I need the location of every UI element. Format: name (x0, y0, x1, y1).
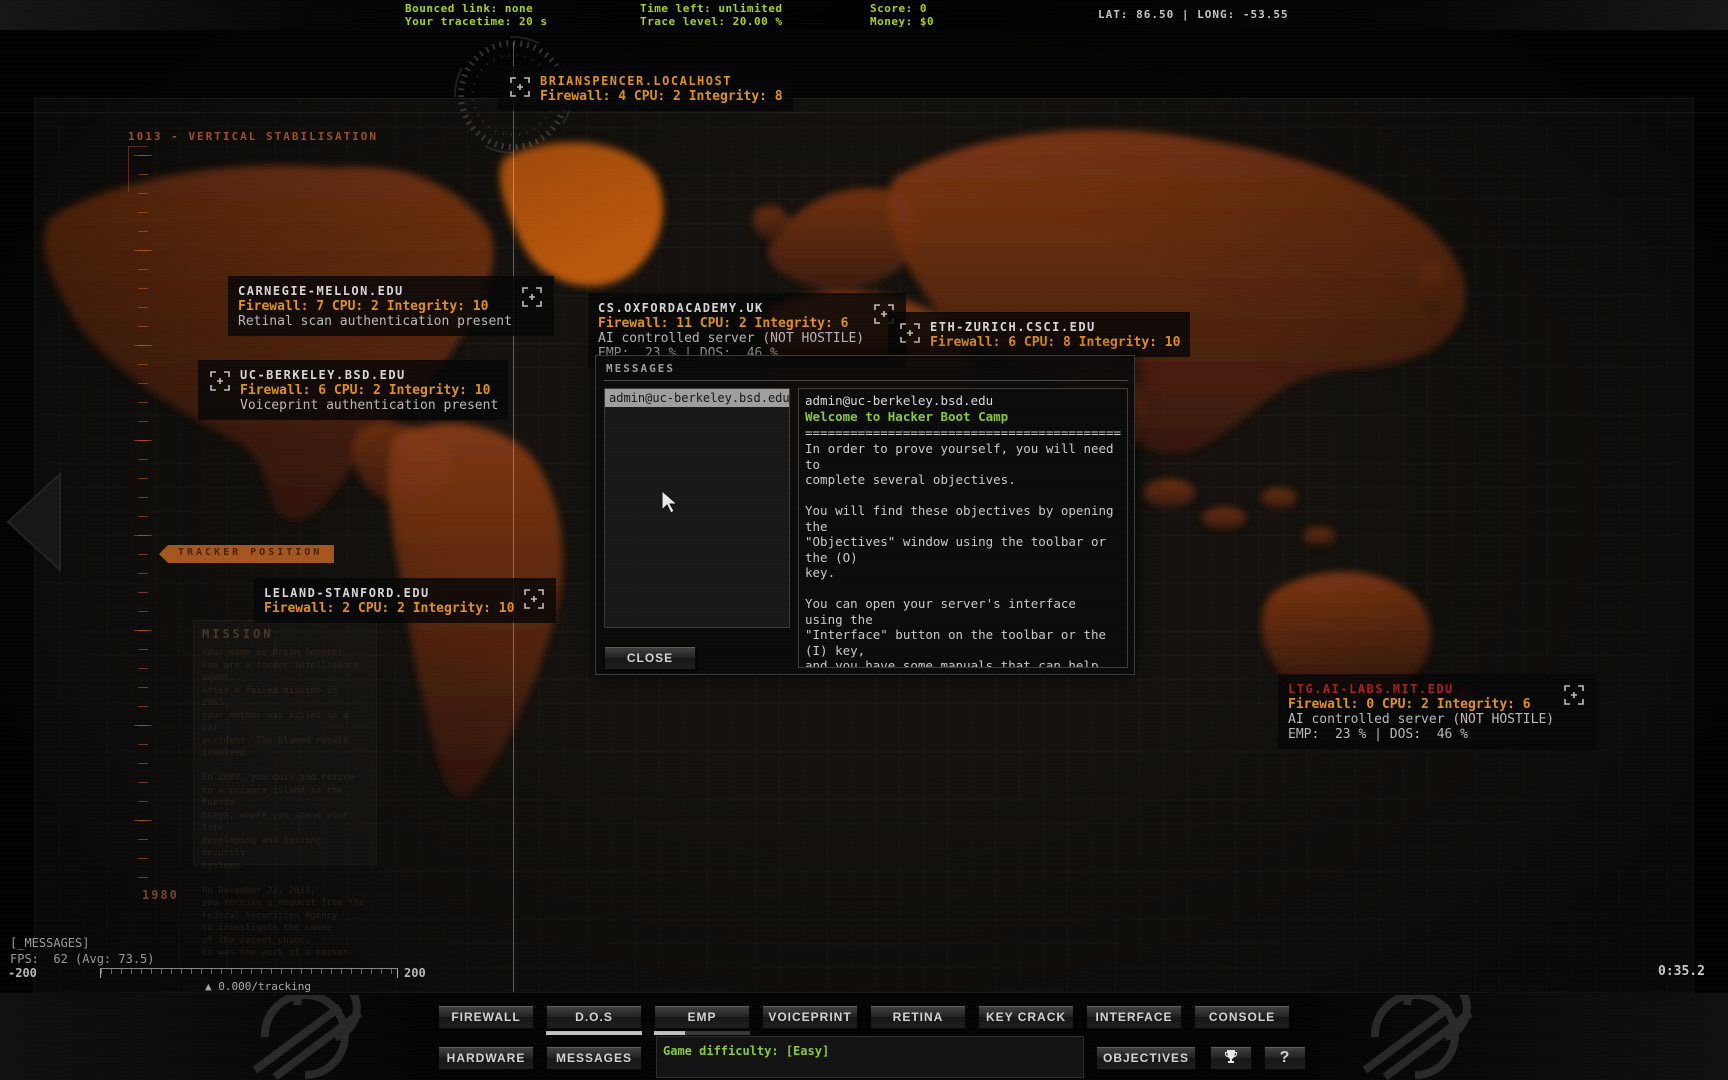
hardware-button[interactable]: HARDWARE (438, 1046, 534, 1070)
tracking-marker: ▲ 0.000/tracking (205, 980, 311, 993)
fps-readout: FPS: 62 (Avg: 73.5) (10, 952, 155, 966)
money-label: Money: $0 (870, 15, 934, 28)
window-separator (604, 380, 1128, 381)
mission-clock: 0:35.2 (1658, 964, 1705, 979)
difficulty-label: Game difficulty: [Easy] (663, 1044, 829, 1058)
vertical-stabilisation-label: 1013 - VERTICAL STABILISATION (128, 130, 378, 143)
messages-button[interactable]: MESSAGES (546, 1046, 642, 1070)
score-label: Score: 0 (870, 2, 927, 15)
message-divider: ========================================… (805, 425, 1121, 441)
message-list-item-selected[interactable]: admin@uc-berkeley.bsd.edu (605, 389, 789, 407)
achievements-button[interactable] (1210, 1046, 1252, 1070)
mission-text: Your name is Brian Spencer. You are a fo… (202, 647, 368, 960)
node-stats: Firewall: 6 CPU: 2 Integrity: 10 (240, 383, 498, 398)
node-emp-dos: EMP: 23 % | DOS: 46 % (1288, 727, 1554, 742)
retina-button[interactable]: RETINA (870, 1005, 966, 1029)
chevron-left-icon[interactable] (0, 472, 62, 572)
status-bar: Bounced link: noneYour tracetime: 20 s T… (0, 0, 1728, 30)
close-button[interactable]: CLOSE (604, 646, 696, 670)
trophy-icon (1223, 1049, 1239, 1065)
node-title: CARNEGIE-MELLON.EDU (238, 283, 512, 299)
message-subject: Welcome to Hacker Boot Camp (805, 409, 1121, 425)
tracetime-label: Your tracetime: 20 s (405, 15, 547, 28)
node-stats: Firewall: 7 CPU: 2 Integrity: 10 (238, 299, 512, 314)
lat-long-readout: LAT: 86.50 | LONG: -53.55 (1098, 8, 1289, 21)
target-crosshair-icon[interactable] (1562, 683, 1586, 707)
node-desc: AI controlled server (NOT HOSTILE) (1288, 712, 1554, 727)
message-list[interactable]: admin@uc-berkeley.bsd.edu (604, 388, 790, 628)
score-status: Score: 0Money: $0 (870, 2, 934, 28)
node-title: LTG.AI-LABS.MIT.EDU (1288, 681, 1554, 697)
messages-tag: [_MESSAGES] (10, 936, 89, 950)
node-eth-zurich: ETH-ZURICH.CSCI.EDU Firewall: 6 CPU: 8 I… (888, 312, 1190, 357)
node-stats: Firewall: 6 CPU: 8 Integrity: 10 (930, 335, 1180, 350)
help-button[interactable]: ? (1264, 1046, 1306, 1070)
message-from: admin@uc-berkeley.bsd.edu (805, 393, 1121, 409)
dos-cooldown-bar (546, 1031, 642, 1035)
interface-button[interactable]: INTERFACE (1086, 1005, 1182, 1029)
target-crosshair-icon[interactable] (508, 75, 532, 99)
emp-button[interactable]: EMP (654, 1005, 750, 1029)
node-mit-ai-labs: LTG.AI-LABS.MIT.EDU Firewall: 0 CPU: 2 I… (1278, 674, 1596, 749)
node-stats: Firewall: 0 CPU: 2 Integrity: 6 (1288, 697, 1554, 712)
emp-cooldown-bar (654, 1031, 750, 1035)
node-desc: Voiceprint authentication present (240, 398, 498, 413)
toolbar-row1: FIREWALL D.O.S EMP VOICEPRINT RETINA KEY… (438, 1005, 1290, 1035)
target-crosshair-icon[interactable] (522, 587, 546, 611)
node-title: ETH-ZURICH.CSCI.EDU (930, 319, 1180, 335)
tracking-horizontal-line (0, 112, 1728, 113)
objectives-button[interactable]: OBJECTIVES (1096, 1046, 1196, 1070)
node-carnegie-mellon: CARNEGIE-MELLON.EDU Firewall: 7 CPU: 2 I… (228, 276, 554, 336)
messages-window-title: MESSAGES (606, 362, 675, 375)
node-desc: AI controlled server (NOT HOSTILE) (598, 331, 864, 346)
node-desc: Retinal scan authentication present (238, 314, 512, 329)
ruler-max-label: 200 (404, 966, 426, 980)
mission-title: MISSION (202, 627, 368, 641)
bounced-link-label: Bounced link: none (405, 2, 533, 15)
time-left-label: Time left: unlimited (640, 2, 782, 15)
node-uc-berkeley: UC-BERKELEY.BSD.EDU Firewall: 6 CPU: 2 I… (198, 360, 508, 420)
hacker-evolution-logo-right (1345, 995, 1490, 1080)
target-crosshair-icon[interactable] (208, 369, 232, 393)
keycrack-button[interactable]: KEY CRACK (978, 1005, 1074, 1029)
node-title: BRIANSPENCER.LOCALHOST (540, 73, 783, 89)
node-title: LELAND-STANFORD.EDU (264, 585, 514, 601)
vertical-ruler-major-ticks (134, 155, 152, 890)
node-title: UC-BERKELEY.BSD.EDU (240, 367, 498, 383)
node-stats: Firewall: 4 CPU: 2 Integrity: 8 (540, 89, 783, 104)
voiceprint-button[interactable]: VOICEPRINT (762, 1005, 858, 1029)
node-title: CS.OXFORDACADEMY.UK (598, 300, 864, 316)
horizontal-ruler (100, 968, 398, 978)
mission-panel: MISSION Your name is Brian Spencer. You … (193, 620, 377, 865)
node-brianspencer-localhost: BRIANSPENCER.LOCALHOST Firewall: 4 CPU: … (498, 66, 793, 111)
firewall-button[interactable]: FIREWALL (438, 1005, 534, 1029)
target-crosshair-icon[interactable] (520, 285, 544, 309)
year-label: 1980 (142, 888, 179, 902)
tracker-position-banner: TRACKER POSITION (168, 545, 334, 563)
tracking-vertical-line (513, 42, 514, 992)
link-status: Bounced link: noneYour tracetime: 20 s (405, 2, 547, 28)
target-crosshair-icon[interactable] (898, 321, 922, 345)
console-button[interactable]: CONSOLE (1194, 1005, 1290, 1029)
dos-button[interactable]: D.O.S (546, 1005, 642, 1029)
node-leland-stanford: LELAND-STANFORD.EDU Firewall: 2 CPU: 2 I… (254, 578, 556, 623)
message-content: admin@uc-berkeley.bsd.edu Welcome to Hac… (798, 388, 1128, 668)
message-body: In order to prove yourself, you will nee… (805, 441, 1121, 668)
ruler-min-label: -200 (8, 966, 37, 980)
trace-level-label: Trace level: 20.00 % (640, 15, 782, 28)
node-stats: Firewall: 11 CPU: 2 Integrity: 6 (598, 316, 864, 331)
mouse-cursor (660, 490, 682, 516)
game-screen: Bounced link: noneYour tracetime: 20 s T… (0, 0, 1728, 1080)
question-mark-icon: ? (1280, 1049, 1291, 1066)
node-stats: Firewall: 2 CPU: 2 Integrity: 10 (264, 601, 514, 616)
time-status: Time left: unlimitedTrace level: 20.00 % (640, 2, 782, 28)
difficulty-panel: Game difficulty: [Easy] (656, 1036, 1084, 1078)
hacker-evolution-logo-left (235, 995, 380, 1080)
